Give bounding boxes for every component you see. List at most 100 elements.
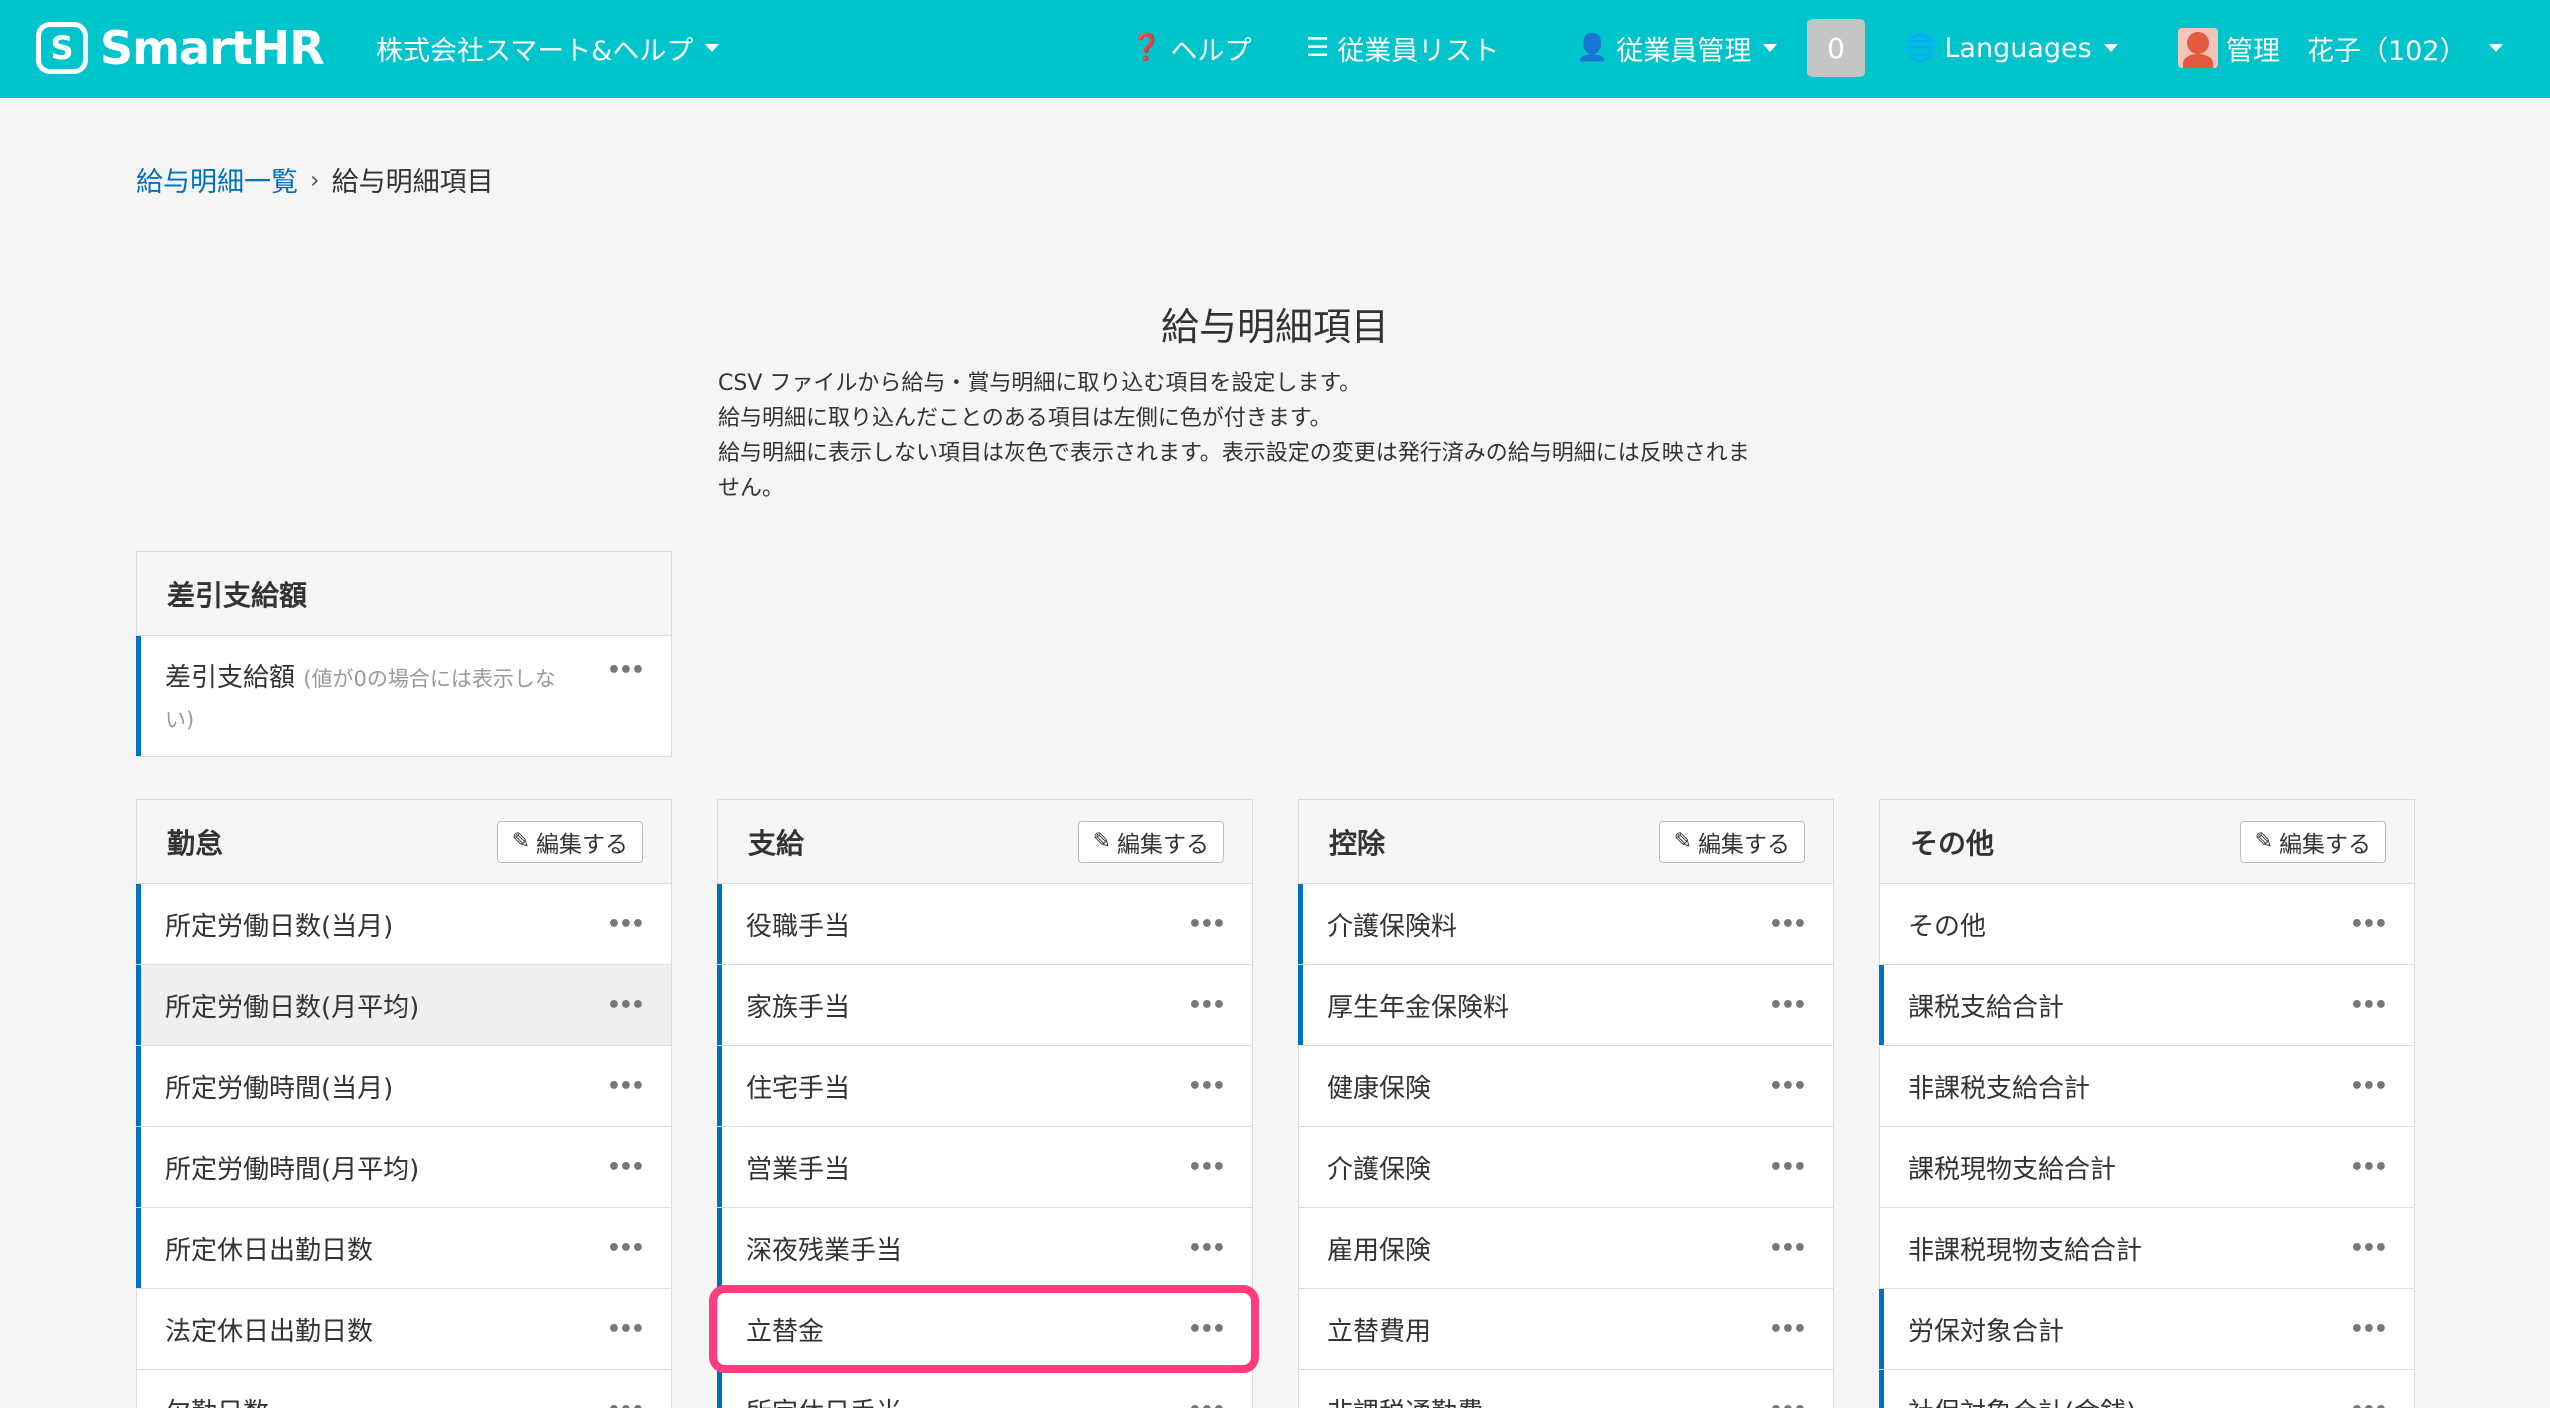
more-options-icon[interactable]: ••• — [1769, 1317, 1807, 1342]
edit-button[interactable]: ✎ 編集する — [496, 820, 643, 863]
list-item[interactable]: 差引支給額 (値が0の場合には表示しない) ••• — [136, 636, 671, 756]
more-options-icon[interactable]: ••• — [607, 993, 645, 1018]
edit-label: 編集する — [536, 831, 628, 858]
list-item[interactable]: 営業手当 ••• — [717, 1127, 1252, 1208]
item-label: 所定労働時間(月平均) — [165, 1154, 420, 1185]
more-options-icon[interactable]: ••• — [607, 1236, 645, 1261]
list-item[interactable]: 非課税現物支給合計 ••• — [1880, 1208, 2414, 1289]
panel-title: 差引支給額 — [167, 578, 308, 612]
more-options-icon[interactable]: ••• — [2350, 1398, 2388, 1408]
list-item[interactable]: 家族手当 ••• — [717, 965, 1252, 1046]
item-label: 深夜残業手当 — [746, 1235, 903, 1266]
list-item[interactable]: 労保対象合計 ••• — [1879, 1289, 2414, 1370]
more-options-icon[interactable]: ••• — [2350, 912, 2388, 937]
panel-header: その他 ✎ 編集する — [1880, 800, 2414, 884]
more-options-icon[interactable]: ••• — [607, 1074, 645, 1099]
more-options-icon[interactable]: ••• — [1188, 993, 1226, 1018]
description-line: 給与明細に取り込んだことのある項目は左側に色が付きます。 — [718, 406, 1332, 431]
globe-icon: 🌐 — [1904, 33, 1937, 63]
help-label: ヘルプ — [1170, 35, 1252, 67]
item-label: 介護保険 — [1327, 1154, 1432, 1185]
more-options-icon[interactable]: ••• — [1188, 1398, 1226, 1408]
item-label: 役職手当 — [746, 911, 851, 942]
list-item[interactable]: 立替費用 ••• — [1299, 1289, 1833, 1370]
list-item[interactable]: 課税現物支給合計 ••• — [1880, 1127, 2414, 1208]
list-item[interactable]: 社保対象合計(金銭) ••• — [1879, 1370, 2414, 1408]
list-item[interactable]: 法定休日出勤日数 ••• — [137, 1289, 671, 1370]
item-label: 営業手当 — [746, 1154, 851, 1185]
languages-label: Languages — [1944, 32, 2092, 64]
list-item[interactable]: 健康保険 ••• — [1299, 1046, 1833, 1127]
item-label: 課税現物支給合計 — [1908, 1154, 2117, 1185]
item-label: 雇用保険 — [1327, 1235, 1432, 1266]
pencil-icon: ✎ — [1092, 829, 1111, 854]
panel-header: 差引支給額 — [137, 552, 671, 636]
list-item[interactable]: 非課税支給合計 ••• — [1880, 1046, 2414, 1127]
more-options-icon[interactable]: ••• — [1769, 912, 1807, 937]
list-item[interactable]: 雇用保険 ••• — [1299, 1208, 1833, 1289]
panel-title: 控除 — [1329, 826, 1386, 860]
list-item[interactable]: 所定労働日数(当月) ••• — [136, 884, 671, 965]
user-menu[interactable]: 管理 花子（102） — [2178, 28, 2503, 68]
more-options-icon[interactable]: ••• — [1769, 993, 1807, 1018]
list-item[interactable]: 所定労働時間(月平均) ••• — [136, 1127, 671, 1208]
item-label: 欠勤日数 — [165, 1392, 269, 1408]
edit-button[interactable]: ✎ 編集する — [1077, 820, 1224, 863]
highlight-annotation — [709, 1285, 1259, 1373]
list-item[interactable]: 役職手当 ••• — [717, 884, 1252, 965]
item-label: 所定労働日数(当月) — [165, 911, 394, 942]
list-item[interactable]: 深夜残業手当 ••• — [717, 1208, 1252, 1289]
languages-dropdown[interactable]: 🌐 Languages — [1904, 28, 2118, 68]
more-options-icon[interactable]: ••• — [1769, 1074, 1807, 1099]
help-link[interactable]: ❓ ヘルプ — [1130, 28, 1251, 68]
user-name: 管理 花子（102） — [2226, 35, 2467, 67]
more-options-icon[interactable]: ••• — [2350, 993, 2388, 1018]
more-options-icon[interactable]: ••• — [607, 1317, 645, 1342]
smarthr-logo[interactable]: S SmartHR — [36, 21, 325, 75]
employee-list-link[interactable]: ☰ 従業員リスト — [1306, 28, 1499, 68]
list-item[interactable]: 欠勤日数 ••• — [137, 1370, 671, 1408]
list-item[interactable]: 所定休日手当 ••• — [717, 1370, 1252, 1408]
list-item[interactable]: 非課税通勤費 ••• — [1299, 1370, 1833, 1408]
more-options-icon[interactable]: ••• — [607, 1155, 645, 1180]
more-options-icon[interactable]: ••• — [1188, 1155, 1226, 1180]
more-options-icon[interactable]: ••• — [607, 1398, 645, 1408]
list-item[interactable]: 厚生年金保険料 ••• — [1298, 965, 1833, 1046]
list-item[interactable]: その他 ••• — [1880, 884, 2414, 965]
list-item[interactable]: 課税支給合計 ••• — [1879, 965, 2414, 1046]
edit-button[interactable]: ✎ 編集する — [1658, 820, 1805, 863]
avatar — [2178, 28, 2218, 68]
list-item[interactable]: 所定休日出勤日数 ••• — [136, 1208, 671, 1289]
item-label: 労保対象合計 — [1908, 1316, 2065, 1347]
list-item[interactable]: 所定労働時間(当月) ••• — [136, 1046, 671, 1127]
pencil-icon: ✎ — [1673, 829, 1692, 854]
more-options-icon[interactable]: ••• — [1769, 1236, 1807, 1261]
item-label: 立替費用 — [1327, 1316, 1432, 1347]
list-item[interactable]: 住宅手当 ••• — [717, 1046, 1252, 1127]
page-description: CSV ファイルから給与・賞与明細に取り込む項目を設定します。 給与明細に取り込… — [718, 366, 1838, 506]
deduction-panel: 控除 ✎ 編集する 介護保険料 ••• 厚生年金保険料 ••• 健康保険 ••• 介護保… — [1298, 799, 1834, 1408]
more-options-icon[interactable]: ••• — [2350, 1155, 2388, 1180]
list-item[interactable]: 介護保険料 ••• — [1298, 884, 1833, 965]
more-options-icon[interactable]: ••• — [1188, 1236, 1226, 1261]
more-options-icon[interactable]: ••• — [1769, 1398, 1807, 1408]
more-options-icon[interactable]: ••• — [2350, 1074, 2388, 1099]
more-options-icon[interactable]: ••• — [1769, 1155, 1807, 1180]
page-title: 給与明細項目 — [1160, 305, 1389, 349]
list-item[interactable]: 介護保険 ••• — [1299, 1127, 1833, 1208]
more-options-icon[interactable]: ••• — [2350, 1236, 2388, 1261]
employee-mgmt-label: 従業員管理 — [1616, 35, 1752, 67]
edit-button[interactable]: ✎ 編集する — [2239, 820, 2386, 863]
more-options-icon[interactable]: ••• — [2350, 1317, 2388, 1342]
notification-badge[interactable]: 0 — [1807, 19, 1865, 77]
breadcrumb-link-payslip-list[interactable]: 給与明細一覧 — [136, 160, 298, 199]
pencil-icon: ✎ — [511, 829, 530, 854]
list-item[interactable]: 所定労働日数(月平均) ••• — [136, 965, 671, 1046]
company-dropdown[interactable]: 株式会社スマート&ヘルプ — [376, 28, 720, 68]
item-label: 所定労働時間(当月) — [165, 1073, 394, 1104]
more-options-icon[interactable]: ••• — [607, 658, 645, 683]
more-options-icon[interactable]: ••• — [1188, 912, 1226, 937]
employee-mgmt-dropdown[interactable]: 👤 従業員管理 — [1576, 28, 1778, 68]
more-options-icon[interactable]: ••• — [1188, 1074, 1226, 1099]
more-options-icon[interactable]: ••• — [607, 912, 645, 937]
